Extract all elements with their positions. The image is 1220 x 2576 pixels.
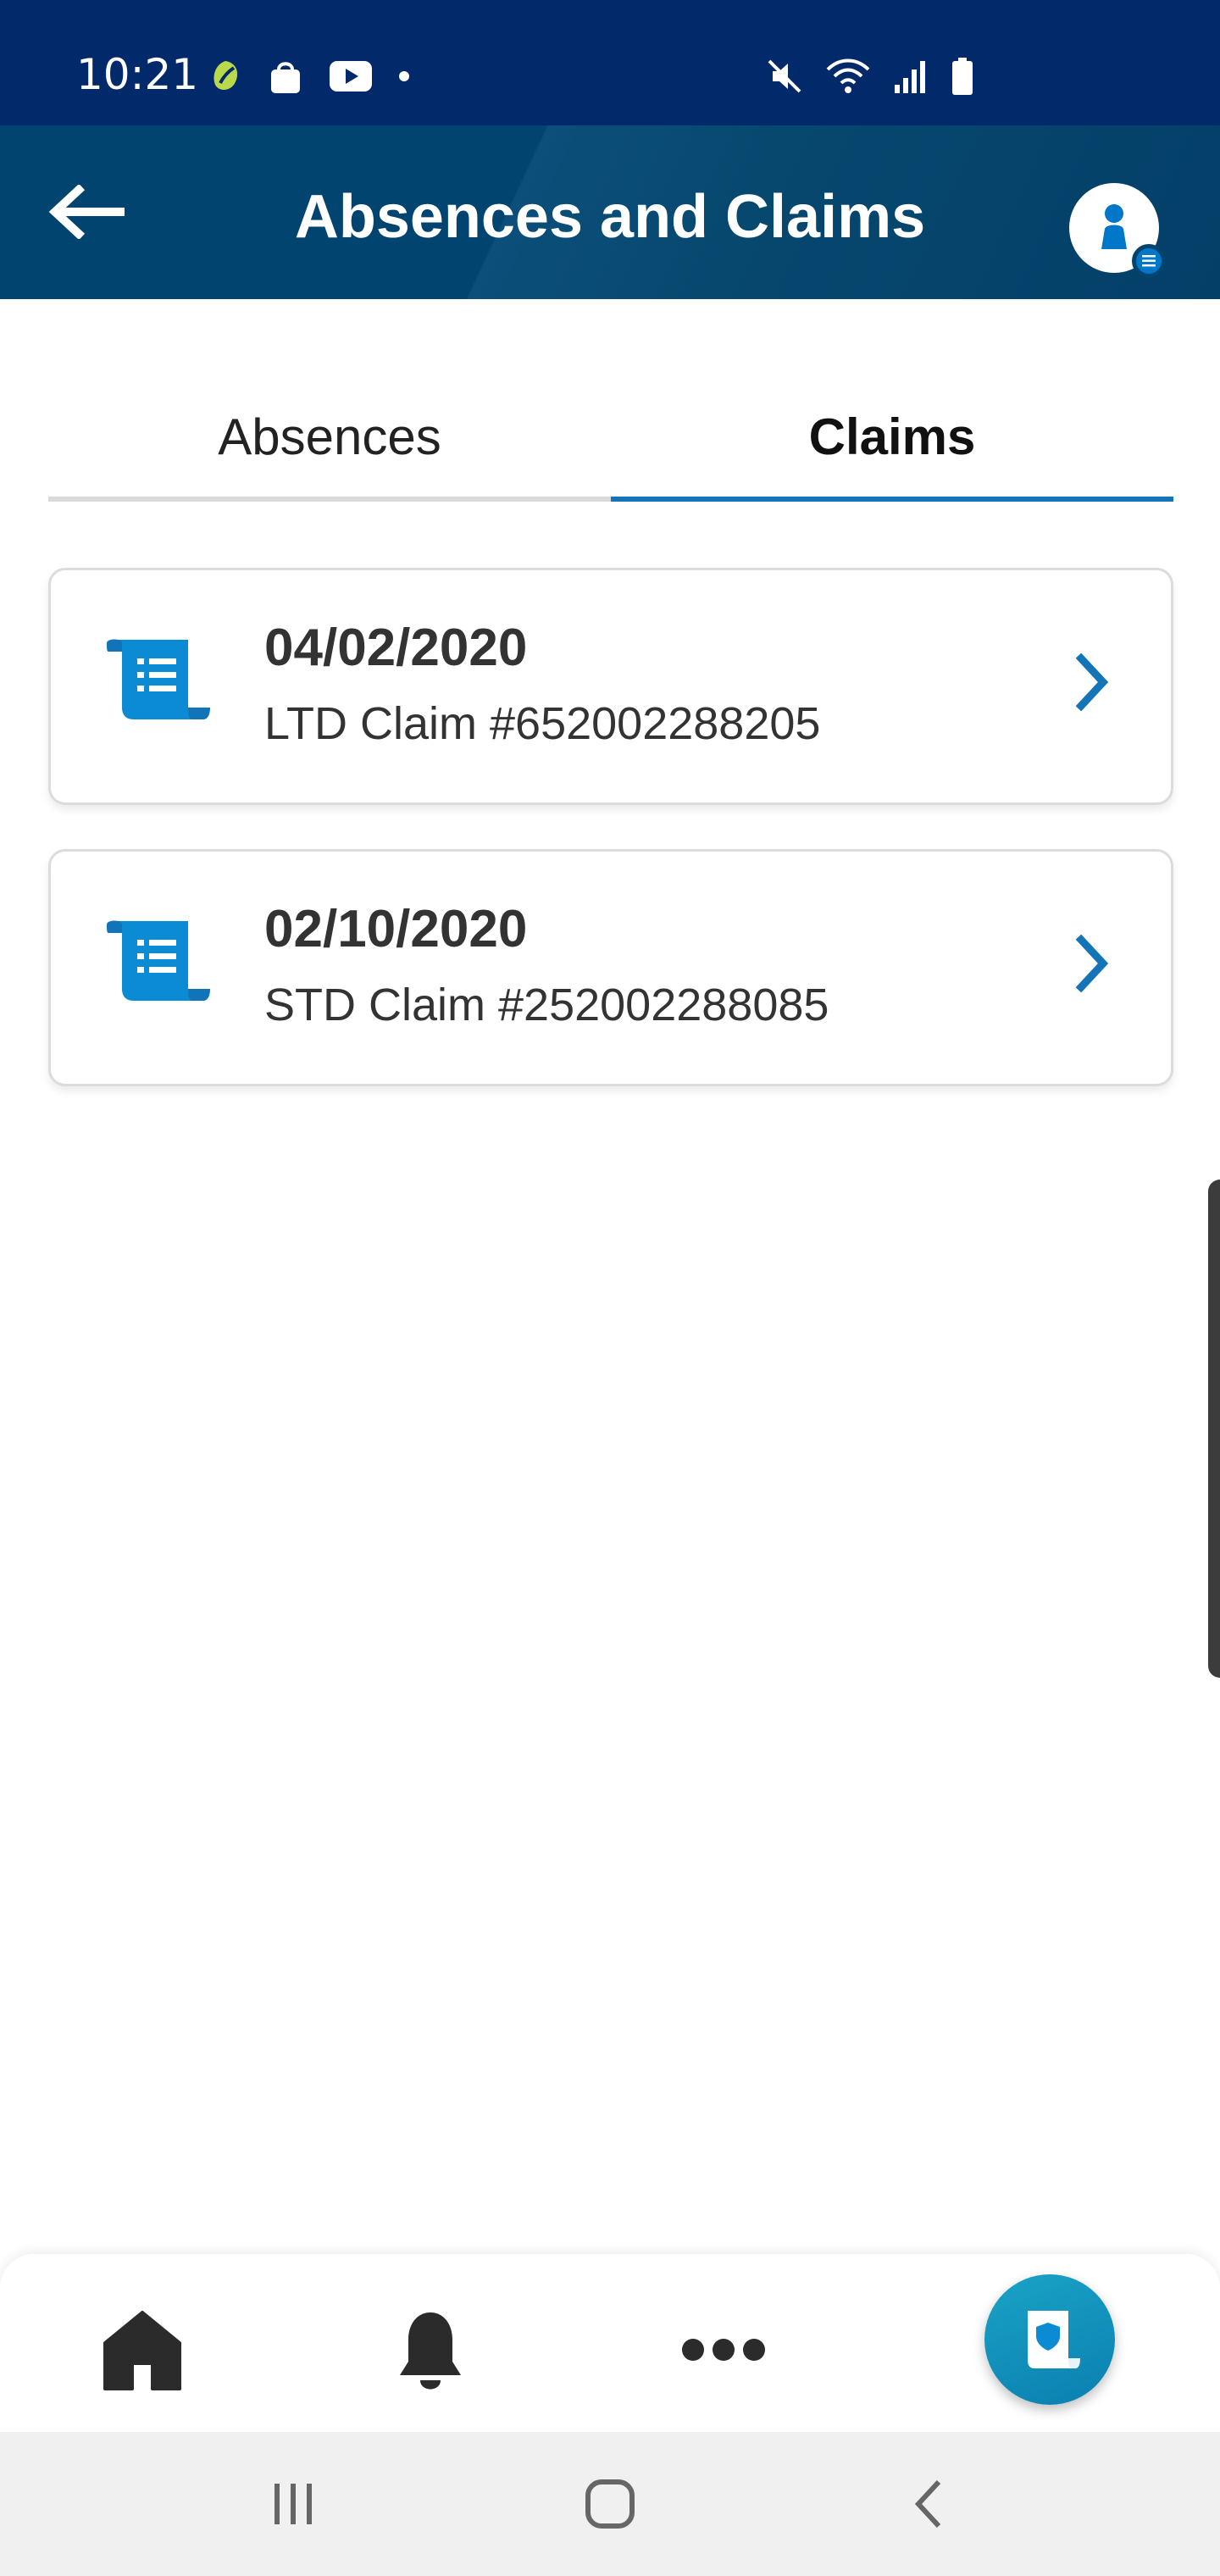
claim-title: LTD Claim #652002288205 bbox=[264, 698, 821, 749]
tab-bar: Absences Claims bbox=[48, 373, 1173, 507]
nav-claims-button[interactable] bbox=[984, 2274, 1115, 2405]
more-icon bbox=[682, 2339, 765, 2361]
back-chevron-icon bbox=[914, 2479, 941, 2529]
wifi-icon bbox=[826, 58, 870, 93]
tab-claims[interactable]: Claims bbox=[611, 373, 1173, 500]
nav-more-button[interactable] bbox=[664, 2295, 783, 2405]
scroll-document-icon bbox=[107, 639, 210, 719]
recent-apps-button[interactable] bbox=[251, 2466, 336, 2542]
app-header: Absences and Claims bbox=[0, 125, 1220, 299]
battery-icon bbox=[952, 58, 973, 95]
scroll-document-icon bbox=[107, 920, 210, 1001]
nav-home-button[interactable] bbox=[83, 2295, 202, 2405]
youtube-icon bbox=[330, 61, 372, 92]
page-title: Absences and Claims bbox=[294, 183, 926, 251]
tab-underline-inactive bbox=[48, 497, 611, 502]
system-back-button[interactable] bbox=[886, 2466, 971, 2542]
system-navigation-bar bbox=[0, 2432, 1220, 2576]
signal-icon bbox=[895, 61, 925, 93]
nav-notifications-button[interactable] bbox=[371, 2295, 490, 2405]
tab-underline-active bbox=[611, 497, 1173, 502]
system-home-button[interactable] bbox=[568, 2466, 652, 2542]
chevron-right-icon bbox=[1075, 934, 1109, 993]
menu-badge bbox=[1132, 244, 1166, 278]
status-right-icons bbox=[766, 54, 974, 98]
claim-card[interactable]: 04/02/2020 LTD Claim #652002288205 bbox=[48, 568, 1173, 805]
chevron-right-icon bbox=[1075, 652, 1109, 712]
status-left-icons bbox=[208, 56, 410, 97]
claim-card[interactable]: 02/10/2020 STD Claim #252002288085 bbox=[48, 849, 1173, 1086]
claim-date: 04/02/2020 bbox=[264, 619, 528, 677]
claim-list: 04/02/2020 LTD Claim #652002288205 02/10… bbox=[48, 568, 1173, 1130]
home-icon bbox=[103, 2311, 181, 2390]
dot-icon bbox=[399, 71, 409, 81]
leaf-icon bbox=[214, 61, 238, 90]
menu-lines-icon bbox=[1142, 255, 1156, 267]
bottom-navigation bbox=[0, 2254, 1220, 2432]
claims-icon bbox=[1028, 2311, 1080, 2368]
profile-button[interactable] bbox=[1069, 183, 1166, 278]
mute-icon bbox=[768, 59, 801, 93]
shopping-bag-icon bbox=[271, 62, 300, 93]
home-circle-icon bbox=[585, 2479, 635, 2529]
tab-absences[interactable]: Absences bbox=[48, 373, 611, 500]
bell-icon bbox=[400, 2312, 461, 2390]
claim-date: 02/10/2020 bbox=[264, 900, 528, 958]
claim-title: STD Claim #252002288085 bbox=[264, 980, 829, 1030]
recent-apps-icon bbox=[274, 2484, 312, 2524]
status-bar: 10:21 bbox=[0, 0, 1220, 125]
status-time: 10:21 bbox=[76, 50, 199, 99]
scrollbar[interactable] bbox=[1208, 1180, 1220, 1678]
